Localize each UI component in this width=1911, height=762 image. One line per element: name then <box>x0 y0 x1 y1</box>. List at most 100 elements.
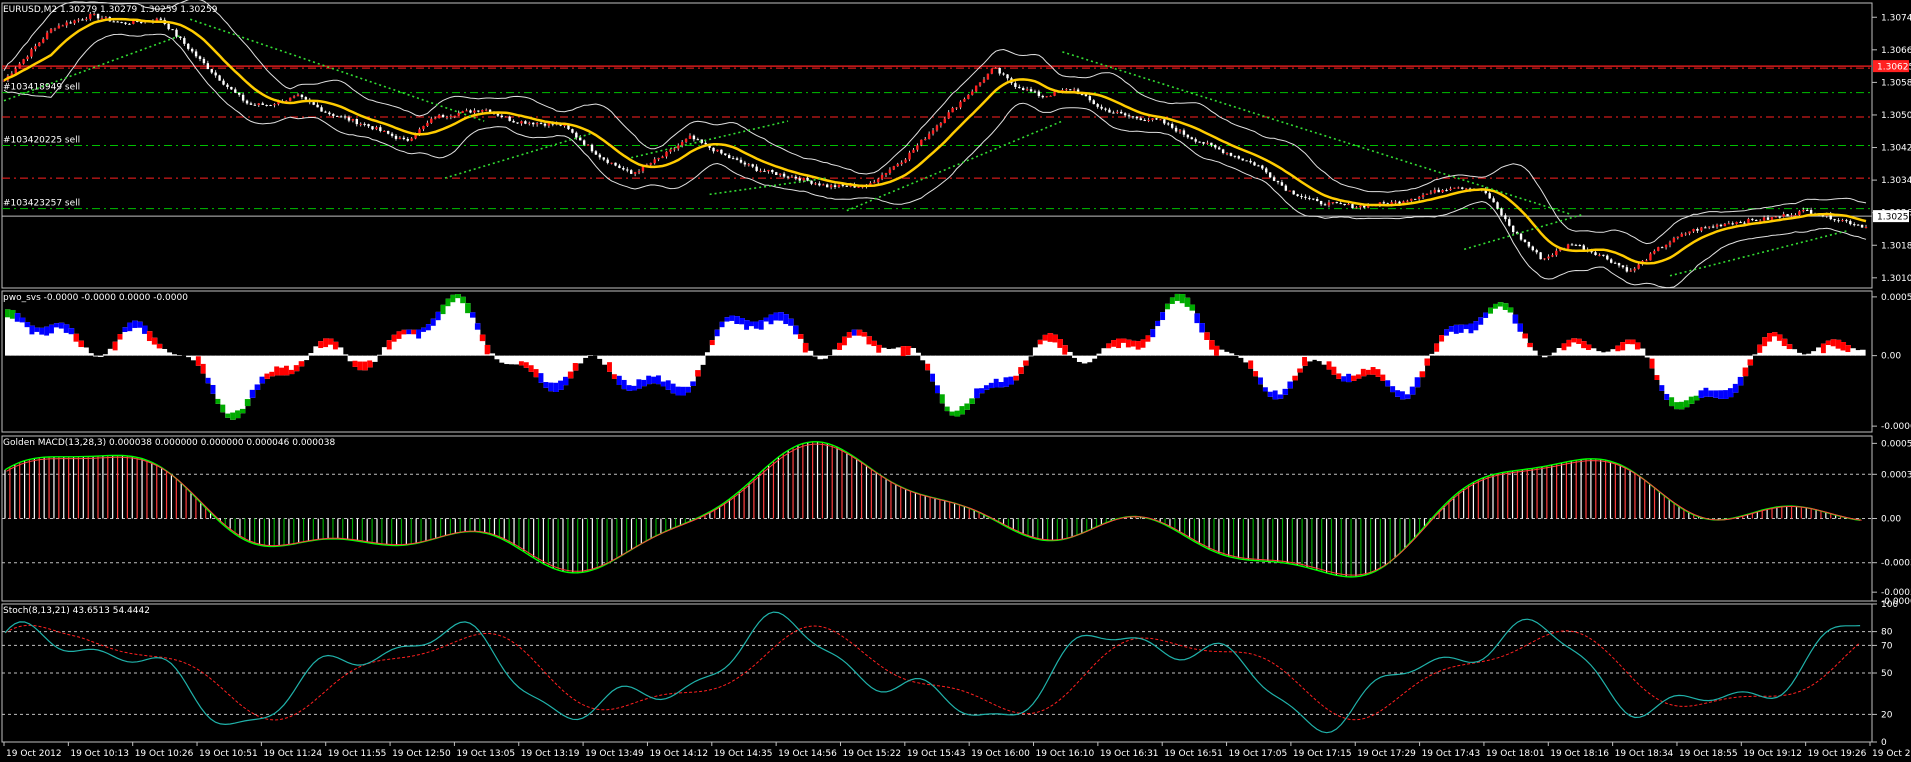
pwo-bar-cap <box>1174 293 1181 301</box>
pwo-bar <box>807 350 814 356</box>
candle-body <box>26 56 29 60</box>
pwo-bar-cap <box>690 381 696 386</box>
pwo-bar-cap <box>19 317 26 323</box>
candle-body <box>253 104 257 106</box>
price-tick-label: 1.30585 <box>1881 78 1911 88</box>
candle-body <box>829 185 833 188</box>
candle-body <box>704 142 707 145</box>
candle-body <box>120 22 123 24</box>
time-label: 19 Oct 13:49 <box>585 749 644 759</box>
pwo-bar-cap <box>1341 376 1347 382</box>
pwo-bar-cap <box>533 369 540 378</box>
pwo-bar-cap <box>567 371 574 379</box>
candle-body <box>206 63 210 70</box>
pwo-bar-cap <box>460 296 466 304</box>
pwo-bar <box>1096 353 1103 356</box>
trading-chart[interactable]: 1.30745 1.30665 1.30585 1.30505 1.30425 1.303… <box>0 0 1911 762</box>
pwo-bar-cap <box>729 315 735 321</box>
pwo-bar-cap <box>1659 385 1665 391</box>
pwo-bar-cap <box>117 334 124 340</box>
candle-body <box>473 110 476 113</box>
candle-body <box>1237 156 1240 159</box>
candle-body <box>1660 247 1664 249</box>
candle-body <box>924 138 927 140</box>
pwo-bar-cap <box>900 346 907 357</box>
pwo-bar <box>107 348 114 356</box>
candle-body <box>684 138 688 142</box>
pwo-bar-cap <box>651 376 657 384</box>
pwo-bar <box>1086 355 1093 363</box>
candle-body <box>202 58 206 64</box>
pwo-bar <box>1801 354 1807 356</box>
pwo-bar-cap <box>1767 333 1773 342</box>
candle-body <box>179 36 182 39</box>
pwo-bar-cap <box>298 361 305 367</box>
pwo-bar-cap <box>1448 326 1455 332</box>
pwo-bar-cap <box>465 303 471 314</box>
pwo-bar <box>1855 350 1861 356</box>
pwo-bar-cap <box>484 344 491 355</box>
pwo-bar-cap <box>122 327 128 332</box>
candle-body <box>1221 149 1225 154</box>
pwo-bar <box>313 346 319 356</box>
pwo-bar-cap <box>1145 335 1151 342</box>
pwo-bar-cap <box>680 386 686 396</box>
pwo-bar-cap <box>230 412 236 420</box>
pwo-bar-cap <box>1840 342 1847 351</box>
pwo-bar-cap <box>479 334 486 342</box>
pwo-bar-cap <box>1502 303 1509 310</box>
candle-body <box>273 104 276 106</box>
candle-body <box>1225 152 1229 154</box>
candle-body <box>1049 95 1052 97</box>
candle-body <box>1653 250 1656 254</box>
candle-body <box>171 29 174 31</box>
pwo-bar-cap <box>1400 391 1406 400</box>
candle-body <box>1253 162 1256 166</box>
candle-body <box>45 32 49 39</box>
candle-body <box>1151 118 1154 120</box>
candle-body <box>1296 194 1299 197</box>
pwo-bar-cap <box>1630 339 1636 345</box>
pwo-bar <box>509 355 515 365</box>
candle-body <box>1147 119 1150 121</box>
candle-body <box>1853 224 1856 226</box>
candle-body <box>1178 130 1182 132</box>
pwo-bar <box>1488 307 1494 356</box>
pwo-bar-cap <box>744 320 750 330</box>
pwo-bar-cap <box>1404 394 1411 399</box>
candle-body <box>1610 259 1613 263</box>
candle-body <box>974 85 978 92</box>
pwo-bar-cap <box>1586 344 1592 350</box>
pwo-bar <box>1590 348 1597 356</box>
candle-body <box>100 18 104 20</box>
pwo-bar-cap <box>797 334 804 339</box>
pwo-bar-cap <box>78 340 84 348</box>
pwo-bar-cap <box>1835 339 1842 349</box>
candle-body <box>1069 89 1072 91</box>
current-price-label: 1.30259 <box>1877 213 1911 223</box>
candle-body <box>1327 202 1331 206</box>
pwo-bar-cap <box>993 378 1000 388</box>
pwo-bar <box>582 355 589 358</box>
pwo-bar-cap <box>714 329 721 337</box>
pwo-bar-cap <box>1458 324 1465 333</box>
axis-tick-label: 0.0003 <box>1881 470 1911 480</box>
order-label: #103423257 sell <box>3 199 80 209</box>
pwo-bar-cap <box>1723 390 1729 399</box>
pwo-bar-cap <box>1360 368 1367 377</box>
pwo-bar-cap <box>1737 376 1744 386</box>
candle-body <box>1535 250 1538 253</box>
pwo-bar-cap <box>1331 366 1337 375</box>
pwo-bar-cap <box>396 331 403 339</box>
pwo-bar <box>244 355 251 407</box>
pwo-bar-cap <box>24 322 31 328</box>
pwo-bar-cap <box>249 389 256 398</box>
pwo-bar-cap <box>1453 324 1460 334</box>
pwo-bar-cap <box>1199 323 1205 333</box>
candle-body <box>771 169 774 173</box>
pwo-bar-cap <box>112 341 119 351</box>
candle-body <box>763 170 766 172</box>
time-label: 19 Oct 13:19 <box>521 749 580 759</box>
candle-body <box>755 166 758 171</box>
pwo-bar-cap <box>1297 368 1303 373</box>
